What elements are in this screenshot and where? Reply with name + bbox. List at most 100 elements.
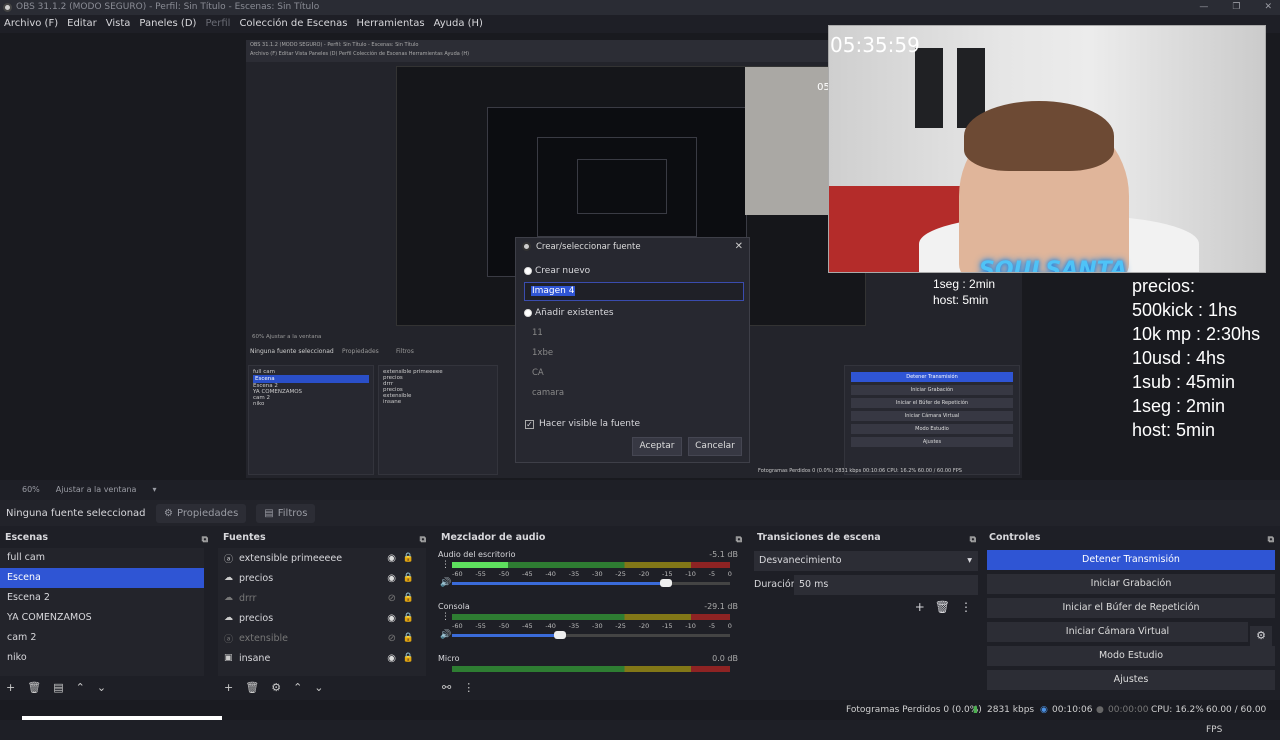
gear-icon[interactable]: ⚙: [271, 681, 281, 694]
create-new-radio[interactable]: Crear nuevo: [524, 266, 590, 276]
speaker-icon[interactable]: 🔊: [440, 630, 451, 640]
lock-icon[interactable]: 🔒: [403, 633, 414, 643]
existing-source-item[interactable]: CA: [524, 363, 744, 383]
trash-icon[interactable]: 🗑: [27, 681, 41, 694]
controls-dock: Controles ⧉ Detener Transmisión Iniciar …: [984, 530, 1278, 698]
volume-slider[interactable]: [452, 634, 558, 637]
create-new-label: Crear nuevo: [535, 266, 591, 276]
virtual-camera-button[interactable]: Iniciar Cámara Virtual: [987, 622, 1248, 642]
add-existing-radio[interactable]: Añadir existentes: [524, 308, 614, 318]
maximize-button[interactable]: ❐: [1232, 0, 1240, 15]
popout-icon[interactable]: ⧉: [420, 532, 426, 548]
nested-control: Iniciar el Búfer de Repetición: [851, 398, 1013, 408]
browser-icon: ☁: [224, 573, 233, 583]
lock-icon[interactable]: 🔒: [403, 653, 414, 663]
add-icon[interactable]: +: [6, 681, 15, 694]
zoom-level[interactable]: 60%: [22, 482, 40, 498]
slider-knob[interactable]: [554, 631, 566, 639]
source-item[interactable]: ⓐ extensible primeeeee ◉ 🔒: [218, 548, 426, 568]
add-existing-label: Añadir existentes: [535, 308, 614, 318]
properties-button[interactable]: ⚙ Propiedades: [156, 503, 247, 523]
start-recording-button[interactable]: Iniciar Grabación: [987, 574, 1275, 594]
gear-icon[interactable]: ⚙: [1250, 626, 1272, 646]
more-icon[interactable]: ⋮: [960, 600, 972, 614]
link-icon[interactable]: ⚯: [442, 681, 451, 694]
eye-icon[interactable]: ◉: [387, 553, 396, 564]
eye-hidden-icon[interactable]: ⊘: [388, 593, 396, 604]
chevron-up-icon[interactable]: ⌃: [76, 681, 85, 694]
lock-icon[interactable]: 🔒: [403, 593, 414, 603]
popout-icon[interactable]: ⧉: [202, 532, 208, 548]
popout-icon[interactable]: ⧉: [736, 532, 742, 548]
more-icon[interactable]: ⋮: [441, 560, 450, 570]
menu-view[interactable]: Vista: [106, 15, 131, 33]
source-item[interactable]: ☁ precios ◉ 🔒: [218, 568, 426, 588]
source-item[interactable]: ☁ drrr ⊘ 🔒: [218, 588, 426, 608]
chevron-up-icon[interactable]: ⌃: [293, 681, 302, 694]
accept-button[interactable]: Aceptar: [632, 437, 682, 456]
lock-icon[interactable]: 🔒: [403, 573, 414, 583]
make-visible-checkbox[interactable]: ✓ Hacer visible la fuente: [525, 419, 640, 429]
scene-item[interactable]: cam 2: [0, 628, 204, 648]
radio-icon: [524, 309, 532, 317]
popout-icon[interactable]: ⧉: [1268, 532, 1274, 548]
speaker-icon[interactable]: 🔊: [440, 578, 451, 588]
lock-icon[interactable]: 🔒: [403, 613, 414, 623]
source-item[interactable]: ▣ insane ◉ 🔒: [218, 648, 426, 668]
source-name-input[interactable]: Imagen 4: [524, 282, 744, 301]
trash-icon[interactable]: 🗑: [245, 681, 259, 694]
price-line: precios:: [1132, 276, 1196, 296]
replay-buffer-button[interactable]: Iniciar el Búfer de Repetición: [987, 598, 1275, 618]
existing-source-item[interactable]: 11: [524, 323, 744, 343]
settings-button[interactable]: Ajustes: [987, 670, 1275, 690]
volume-meter: [452, 614, 730, 620]
scene-item[interactable]: Escena: [0, 568, 204, 588]
studio-mode-button[interactable]: Modo Estudio: [987, 646, 1275, 666]
existing-source-item[interactable]: camara: [524, 383, 744, 403]
more-icon[interactable]: ⋮: [441, 612, 450, 622]
filter-icon[interactable]: ▤: [53, 681, 63, 694]
window-title: OBS 31.1.2 (MODO SEGURO) - Perfil: Sin T…: [16, 2, 320, 12]
menu-docks[interactable]: Paneles (D): [139, 15, 196, 33]
chevron-down-icon[interactable]: ▾: [152, 482, 156, 498]
source-item[interactable]: ☁ precios ◉ 🔒: [218, 608, 426, 628]
menu-help[interactable]: Ayuda (H): [434, 15, 483, 33]
stop-stream-button[interactable]: Detener Transmisión: [987, 550, 1275, 570]
volume-slider[interactable]: [452, 582, 666, 585]
filters-button[interactable]: ▤ Filtros: [256, 503, 316, 523]
eye-icon[interactable]: ◉: [387, 613, 396, 624]
more-icon[interactable]: ⋮: [463, 681, 474, 694]
duration-input[interactable]: 50 ms: [794, 575, 978, 595]
close-button[interactable]: ✕: [1264, 0, 1272, 15]
trash-icon[interactable]: 🗑: [935, 600, 950, 614]
dialog-close-icon[interactable]: ✕: [735, 238, 743, 256]
add-icon[interactable]: +: [224, 681, 233, 694]
nested-price-overlay: 1seg : 2min host: 5min: [933, 276, 995, 308]
menu-profile[interactable]: Perfil: [205, 15, 230, 33]
scene-item[interactable]: niko: [0, 648, 204, 668]
scene-item[interactable]: YA COMENZAMOS: [0, 608, 204, 628]
eye-icon[interactable]: ◉: [387, 653, 396, 664]
menu-scene-collection[interactable]: Colección de Escenas: [239, 15, 347, 33]
source-item[interactable]: ⓐ extensible ⊘ 🔒: [218, 628, 426, 648]
duration-row: Duración 50 ms: [754, 575, 978, 595]
cancel-button[interactable]: Cancelar: [688, 437, 742, 456]
slider-knob[interactable]: [660, 579, 672, 587]
popout-icon[interactable]: ⧉: [970, 532, 976, 548]
existing-source-item[interactable]: 1xbe: [524, 343, 744, 363]
menu-file[interactable]: Archivo (F): [4, 15, 58, 33]
chevron-down-icon[interactable]: ⌄: [97, 681, 106, 694]
scene-item[interactable]: Escena 2: [0, 588, 204, 608]
program-preview[interactable]: OBS 31.1.2 (MODO SEGURO) - Perfil: Sin T…: [0, 25, 1280, 480]
eye-hidden-icon[interactable]: ⊘: [388, 633, 396, 644]
add-icon[interactable]: +: [915, 600, 925, 614]
transition-select[interactable]: Desvanecimiento ▾: [754, 551, 978, 571]
eye-icon[interactable]: ◉: [387, 573, 396, 584]
lock-icon[interactable]: 🔒: [403, 553, 414, 563]
scene-item[interactable]: full cam: [0, 548, 204, 568]
chevron-down-icon[interactable]: ⌄: [314, 681, 323, 694]
minimize-button[interactable]: —: [1199, 0, 1208, 15]
fit-to-window[interactable]: Ajustar a la ventana: [56, 482, 137, 498]
menu-tools[interactable]: Herramientas: [356, 15, 424, 33]
menu-edit[interactable]: Editar: [67, 15, 97, 33]
